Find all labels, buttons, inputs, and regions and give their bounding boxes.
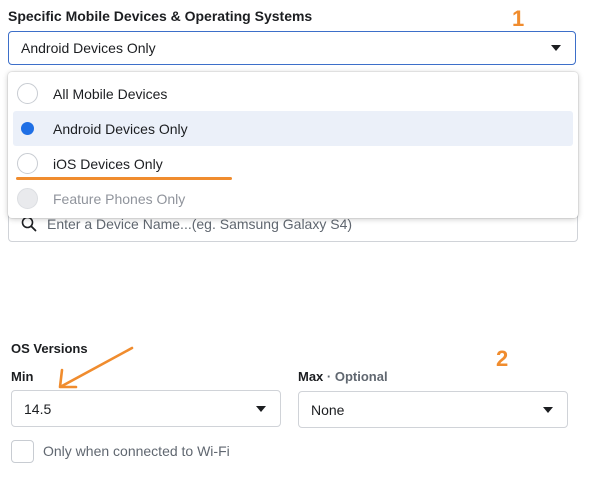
option-label: Android Devices Only: [53, 120, 188, 137]
annotation-underline: [16, 177, 232, 180]
option-all-mobile-devices[interactable]: All Mobile Devices: [13, 76, 573, 111]
wifi-only-label[interactable]: Only when connected to Wi-Fi: [43, 443, 230, 459]
caret-down-icon: [256, 406, 266, 412]
max-label: Max · Optional: [298, 369, 388, 384]
os-max-version-value: None: [311, 401, 345, 418]
os-max-version-select[interactable]: None: [298, 391, 568, 428]
device-type-select-value: Android Devices Only: [21, 40, 156, 56]
option-ios-devices-only[interactable]: iOS Devices Only: [13, 146, 573, 181]
radio-icon: [17, 83, 38, 104]
radio-disabled-icon: [17, 188, 38, 209]
os-min-version-value: 14.5: [24, 400, 52, 417]
radio-selected-icon: [17, 118, 38, 139]
option-label: Feature Phones Only: [53, 190, 186, 207]
option-label: All Mobile Devices: [53, 85, 168, 102]
caret-down-icon: [543, 407, 553, 413]
device-type-dropdown-menu: All Mobile Devices Android Devices Only …: [8, 72, 578, 218]
device-type-select[interactable]: Android Devices Only: [8, 31, 576, 65]
option-android-devices-only[interactable]: Android Devices Only: [13, 111, 573, 146]
annotation-arrow-icon: [58, 346, 134, 389]
min-label: Min: [11, 369, 34, 384]
option-label: iOS Devices Only: [53, 155, 163, 172]
optional-hint: · Optional: [326, 369, 388, 384]
annotation-number-2: 2: [496, 346, 509, 371]
max-label-text: Max: [298, 369, 324, 384]
section-title: Specific Mobile Devices & Operating Syst…: [8, 8, 313, 24]
os-min-version-select[interactable]: 14.5: [11, 390, 281, 427]
caret-down-icon: [551, 45, 561, 51]
option-feature-phones-only: Feature Phones Only: [13, 181, 573, 216]
wifi-only-checkbox[interactable]: [11, 440, 34, 463]
radio-icon: [17, 153, 38, 174]
annotation-number-1: 1: [512, 6, 525, 31]
